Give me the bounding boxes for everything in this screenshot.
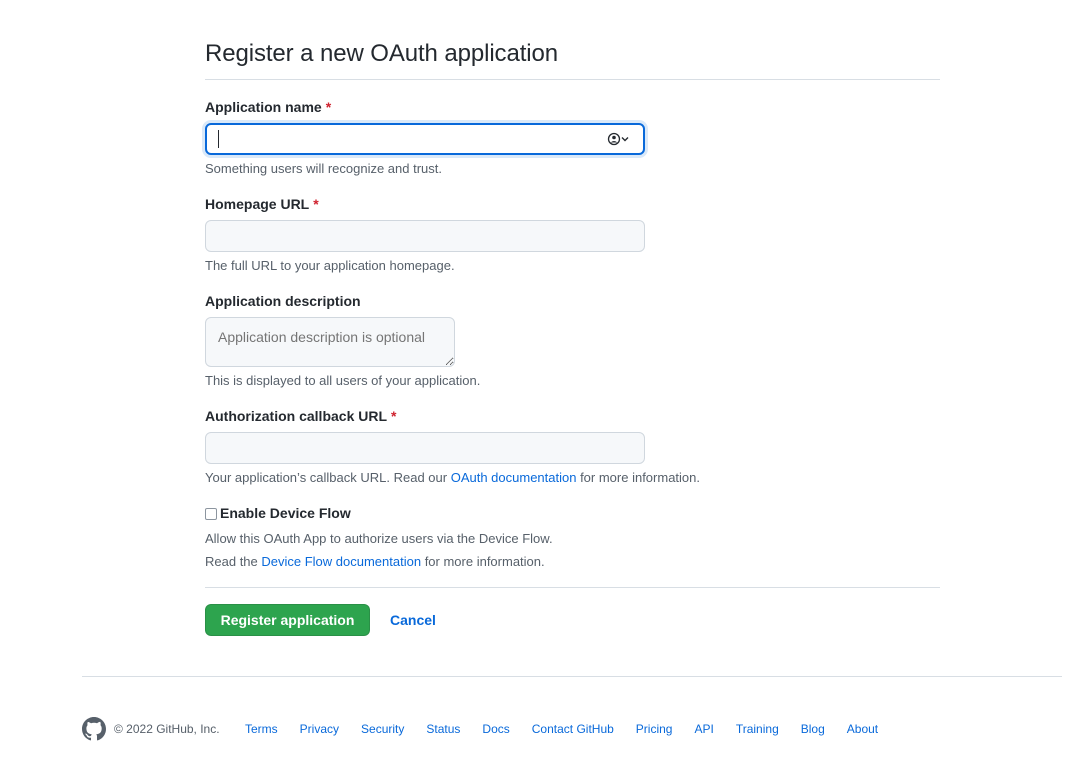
required-mark: *: [391, 408, 397, 424]
enable-device-flow-checkbox[interactable]: [205, 508, 217, 520]
callback-url-input[interactable]: [205, 432, 645, 464]
footer-divider: [82, 676, 1062, 677]
autofill-contact-icon[interactable]: [607, 131, 631, 147]
footer-link-pricing[interactable]: Pricing: [636, 722, 673, 736]
footer-links: Terms Privacy Security Status Docs Conta…: [245, 722, 900, 736]
callback-url-label-text: Authorization callback URL: [205, 408, 388, 424]
homepage-url-label-text: Homepage URL: [205, 196, 310, 212]
footer-link-security[interactable]: Security: [361, 722, 404, 736]
description-note: This is displayed to all users of your a…: [205, 373, 481, 388]
required-mark: *: [325, 99, 332, 115]
app-name-label-text: Application name: [205, 99, 322, 115]
callback-url-label: Authorization callback URL *: [205, 408, 396, 424]
footer-link-training[interactable]: Training: [736, 722, 779, 736]
footer-link-terms[interactable]: Terms: [245, 722, 278, 736]
device-flow-description: Allow this OAuth App to authorize users …: [205, 531, 553, 546]
footer-link-api[interactable]: API: [694, 722, 713, 736]
homepage-url-note: The full URL to your application homepag…: [205, 258, 455, 273]
oauth-documentation-link[interactable]: OAuth documentation: [451, 470, 577, 485]
footer-link-about[interactable]: About: [847, 722, 878, 736]
description-textarea[interactable]: [205, 317, 455, 367]
page-title: Register a new OAuth application: [205, 40, 559, 67]
footer-link-blog[interactable]: Blog: [801, 722, 825, 736]
app-name-note: Something users will recognize and trust…: [205, 161, 443, 176]
enable-device-flow-label[interactable]: Enable Device Flow: [220, 505, 351, 521]
footer-link-docs[interactable]: Docs: [482, 722, 509, 736]
callback-url-note: Your application’s callback URL. Read ou…: [205, 470, 700, 485]
register-application-button[interactable]: Register application: [205, 604, 370, 636]
app-name-input[interactable]: [205, 123, 645, 155]
device-flow-documentation-link[interactable]: Device Flow documentation: [261, 554, 421, 569]
callback-note-text: Your application’s callback URL. Read ou…: [205, 470, 451, 485]
footer-link-status[interactable]: Status: [426, 722, 460, 736]
homepage-url-label: Homepage URL *: [205, 196, 319, 212]
text-caret: [218, 130, 219, 148]
cancel-link[interactable]: Cancel: [390, 612, 436, 628]
footer-copyright: © 2022 GitHub, Inc.: [114, 722, 220, 736]
form-actions-divider: [205, 587, 940, 588]
footer-link-contact[interactable]: Contact GitHub: [532, 722, 614, 736]
app-name-label: Application name *: [205, 99, 331, 115]
github-logo-icon[interactable]: [82, 717, 106, 741]
device-flow-doc-note: Read the Device Flow documentation for m…: [205, 554, 545, 569]
required-mark: *: [313, 196, 319, 212]
device-flow-note-text: Read the: [205, 554, 262, 569]
description-label: Application description: [205, 293, 361, 309]
callback-note-suffix: for more information.: [576, 470, 700, 485]
title-divider: [205, 79, 940, 80]
device-flow-note-suffix: for more information.: [421, 554, 545, 569]
homepage-url-input[interactable]: [205, 220, 645, 252]
footer-link-privacy[interactable]: Privacy: [300, 722, 339, 736]
